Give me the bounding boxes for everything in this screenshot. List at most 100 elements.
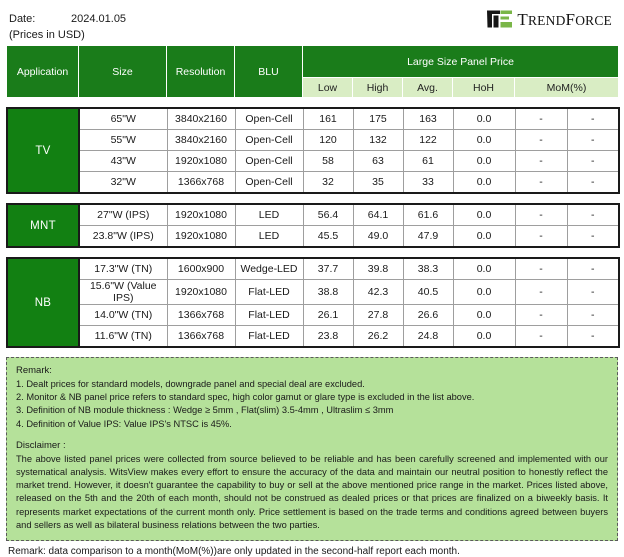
- cell-high: 64.1: [352, 203, 404, 226]
- cell-mom2: -: [566, 203, 620, 226]
- remark-line-2: 2. Monitor & NB panel price refers to st…: [16, 392, 475, 403]
- table-group-tv: TV 65"W 3840x2160 Open-Cell 161 175 163 0.0- -55…: [6, 107, 620, 194]
- cell-high: 42.3: [352, 279, 404, 305]
- cell-high: 35: [352, 171, 404, 194]
- cell-avg: 61: [402, 150, 454, 172]
- cell-hoh: 0.0: [452, 279, 516, 305]
- table-row: 15.6"W (Value IPS) 1920x1080 Flat-LED 38.8 4…: [7, 279, 620, 305]
- cell-blu: Open-Cell: [234, 150, 304, 172]
- table-group-nb: NB 17.3"W (TN) 1600x900 Wedge-LED 37.7 39.8 38…: [6, 257, 620, 348]
- trendforce-logo-mark: [487, 10, 513, 28]
- cell-resolution: 1366x768: [166, 304, 236, 326]
- cell-hoh: 0.0: [452, 325, 516, 348]
- cell-mom1: -: [514, 325, 568, 348]
- cell-blu: Open-Cell: [234, 171, 304, 194]
- cell-size: 65"W: [78, 107, 168, 130]
- cell-avg: 24.8: [402, 325, 454, 348]
- cell-avg: 33: [402, 171, 454, 194]
- cell-hoh: 0.0: [452, 304, 516, 326]
- trendforce-logo-text: TRENDFORCE: [517, 11, 612, 28]
- cell-mom1: -: [514, 304, 568, 326]
- category-cell-nb: NB: [6, 257, 80, 348]
- column-group-header-large-size-panel-price: Large Size Panel Price: [302, 45, 619, 78]
- cell-resolution: 1366x768: [166, 325, 236, 348]
- remark-title: Remark:: [16, 365, 52, 376]
- cell-mom2: -: [566, 325, 620, 348]
- date-label: Date:: [9, 13, 36, 25]
- cell-resolution: 1366x768: [166, 171, 236, 194]
- cell-mom1: -: [514, 225, 568, 248]
- column-header-high: High: [352, 77, 403, 98]
- cell-hoh: 0.0: [452, 257, 516, 280]
- table-row: NB 17.3"W (TN) 1600x900 Wedge-LED 37.7 39.8 38…: [6, 257, 620, 348]
- cell-hoh: 0.0: [452, 203, 516, 226]
- disclaimer-text: The above listed panel prices were colle…: [16, 453, 608, 530]
- cell-resolution: 1920x1080: [166, 279, 236, 305]
- trendforce-logo: TRENDFORCE: [487, 9, 612, 29]
- cell-resolution: 3840x2160: [166, 107, 236, 130]
- disclaimer-title: Disclaimer :: [16, 439, 66, 451]
- cell-avg: 38.3: [402, 257, 454, 280]
- cell-blu: LED: [234, 225, 304, 248]
- table-row: 43"W 1920x1080 Open-Cell 58 63 61 0.0- -: [7, 150, 620, 172]
- cell-resolution: 1920x1080: [166, 203, 236, 226]
- cell-size: 43"W: [78, 150, 168, 172]
- cell-low: 26.1: [302, 304, 354, 326]
- cell-avg: 61.6: [402, 203, 454, 226]
- cell-low: 120: [302, 129, 354, 151]
- cell-size: 15.6"W (Value IPS): [78, 279, 168, 305]
- remark-disclaimer-box: Remark: 1. Dealt prices for standard mod…: [6, 357, 618, 541]
- cell-avg: 40.5: [402, 279, 454, 305]
- cell-hoh: 0.0: [452, 107, 516, 130]
- cell-low: 37.7: [302, 257, 354, 280]
- category-cell-tv: TV: [6, 107, 80, 194]
- table-row: 32"W 1366x768 Open-Cell 32 35 33 0.0- -: [7, 171, 620, 194]
- cell-low: 161: [302, 107, 354, 130]
- cell-high: 49.0: [352, 225, 404, 248]
- cell-blu: Flat-LED: [234, 304, 304, 326]
- table-body-groups: TV 65"W 3840x2160 Open-Cell 161 175 163 0.0- -55…: [0, 98, 624, 348]
- cell-size: 32"W: [78, 171, 168, 194]
- table-row: 55"W 3840x2160 Open-Cell 120 132 122 0.0- -: [7, 129, 620, 151]
- cell-blu: Wedge-LED: [234, 257, 304, 280]
- cell-mom2: -: [566, 304, 620, 326]
- cell-low: 58: [302, 150, 354, 172]
- cell-size: 11.6"W (TN): [78, 325, 168, 348]
- cell-high: 39.8: [352, 257, 404, 280]
- cell-high: 26.2: [352, 325, 404, 348]
- column-header-mom: MoM(%): [514, 77, 619, 98]
- currency-note: (Prices in USD): [9, 29, 85, 41]
- remark-line-3: 3. Definition of NB module thickness : W…: [16, 405, 394, 416]
- cell-low: 38.8: [302, 279, 354, 305]
- cell-mom2: -: [566, 279, 620, 305]
- date-value: 2024.01.05: [71, 13, 127, 25]
- cell-high: 132: [352, 129, 404, 151]
- column-header-low: Low: [302, 77, 353, 98]
- cell-blu: Flat-LED: [234, 279, 304, 305]
- cell-mom1: -: [514, 129, 568, 151]
- cell-blu: Open-Cell: [234, 129, 304, 151]
- cell-low: 45.5: [302, 225, 354, 248]
- cell-high: 27.8: [352, 304, 404, 326]
- cell-mom1: -: [514, 171, 568, 194]
- table-group-mnt: MNT 27"W (IPS) 1920x1080 LED 56.4 64.1 61.6 0.0…: [6, 203, 620, 248]
- page-header: Date: 2024.01.05 (Prices in USD) TRENDFOR…: [0, 0, 624, 45]
- cell-hoh: 0.0: [452, 129, 516, 151]
- cell-mom2: -: [566, 129, 620, 151]
- table-row: 11.6"W (TN) 1366x768 Flat-LED 23.8 26.2 24.8 0…: [7, 325, 620, 348]
- cell-low: 56.4: [302, 203, 354, 226]
- cell-blu: Open-Cell: [234, 107, 304, 130]
- column-header-application: Application: [6, 45, 79, 98]
- cell-mom1: -: [514, 257, 568, 280]
- cell-mom2: -: [566, 171, 620, 194]
- cell-mom2: -: [566, 225, 620, 248]
- date-line: Date: 2024.01.05: [9, 13, 126, 25]
- cell-high: 63: [352, 150, 404, 172]
- category-cell-mnt: MNT: [6, 203, 80, 248]
- table-row: MNT 27"W (IPS) 1920x1080 LED 56.4 64.1 61.6 0.0…: [6, 203, 620, 248]
- cell-avg: 26.6: [402, 304, 454, 326]
- cell-avg: 122: [402, 129, 454, 151]
- cell-hoh: 0.0: [452, 171, 516, 194]
